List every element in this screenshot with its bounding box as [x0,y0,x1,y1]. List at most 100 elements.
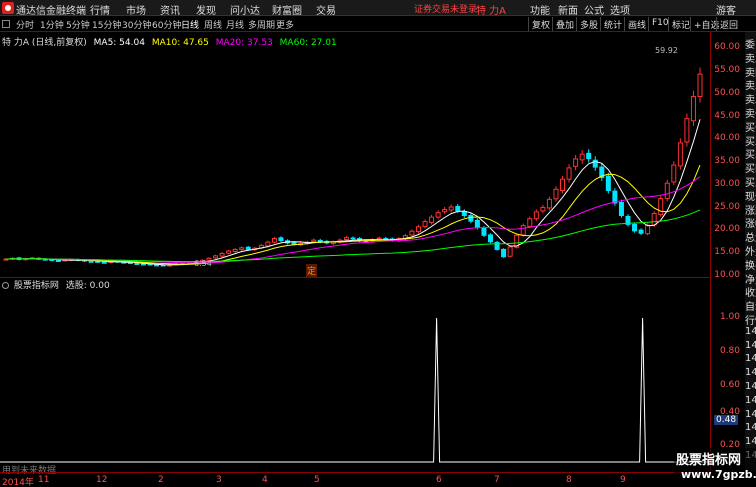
menu-item-guest[interactable]: 游客 [716,2,736,17]
candle-body[interactable] [154,264,160,267]
candle-body[interactable] [415,226,421,233]
candle-body[interactable] [632,223,638,232]
candle-body[interactable] [507,246,513,257]
candle-body[interactable] [271,238,277,243]
tab-daily[interactable]: 日线 [181,18,199,31]
tab-intraday[interactable]: 分时 [16,18,34,31]
tab-more[interactable]: 更多 [276,18,294,31]
login-warning[interactable]: 证券交易未登录 [414,2,477,15]
menu-item-formula[interactable]: 公式 [584,2,604,17]
tab-monthly[interactable]: 月线 [226,18,244,31]
candle-body[interactable] [409,230,415,236]
candle-body[interactable] [586,152,592,160]
candle-body[interactable] [664,182,670,200]
candle-body[interactable] [566,167,572,180]
candle-body[interactable] [317,239,323,243]
menu-item-function[interactable]: 功能 [530,2,550,17]
candle-body[interactable] [540,206,546,212]
menu-item-quotes[interactable]: 行情 [90,2,110,17]
candlestick-chart[interactable] [0,32,710,277]
menu-item-ask[interactable]: 问小达 [230,2,260,17]
draw-button[interactable]: 画线 [624,17,649,31]
overlay-button[interactable]: 叠加 [552,17,577,31]
tab-weekly[interactable]: 周线 [204,18,222,31]
candle-body[interactable] [658,198,664,215]
candle-body[interactable] [671,164,677,183]
candle-body[interactable] [350,237,356,240]
candle-body[interactable] [265,241,271,247]
candle-body[interactable] [140,263,146,266]
candle-body[interactable] [690,95,696,122]
tab-15min[interactable]: 15分钟 [92,18,121,31]
candle-body[interactable] [474,219,480,229]
candle-body[interactable] [645,224,651,235]
candle-body[interactable] [455,206,461,212]
candle-body[interactable] [435,212,441,218]
candle-body[interactable] [311,239,317,243]
candle-body[interactable] [245,246,251,250]
menu-item-options[interactable]: 选项 [610,2,630,17]
candle-body[interactable] [291,242,297,245]
candle-body[interactable] [697,73,703,97]
candle-body[interactable] [461,211,467,217]
candle-body[interactable] [527,218,533,227]
menu-item-new-page[interactable]: 新面 [558,2,578,17]
tab-1min[interactable]: 1分钟 [40,18,64,31]
candle-body[interactable] [501,248,507,258]
side-quote-panel[interactable]: L 8 委比卖五卖四卖三卖二卖一买一买二买三买四买五现价涨跌涨幅总量外盘换手净资… [745,32,756,472]
watermark-title: 股票指标网 [676,453,742,468]
candle-body[interactable] [651,212,657,226]
candle-body[interactable] [605,175,611,191]
candle-body[interactable] [618,201,624,217]
adjust-button[interactable]: 复权 [528,17,553,31]
tab-multi-period[interactable]: 多周期 [248,18,275,31]
candle-body[interactable] [88,260,94,263]
candle-body[interactable] [219,252,225,257]
candle-body[interactable] [553,188,559,200]
candle-body[interactable] [546,198,552,209]
candle-body[interactable] [226,250,232,254]
tab-5min[interactable]: 5分钟 [66,18,90,31]
indicator-chart[interactable] [0,290,710,472]
candle-body[interactable] [638,229,644,234]
candle-body[interactable] [213,255,219,259]
candle-body[interactable] [442,208,448,213]
candle-body[interactable] [376,237,382,240]
candle-body[interactable] [684,118,690,143]
indicator-icon[interactable] [2,282,9,289]
menu-item-wealth[interactable]: 财富圈 [272,2,302,17]
candle-body[interactable] [343,237,349,240]
candle-body[interactable] [239,247,245,250]
side-panel-item: 买三 [745,150,756,162]
candle-body[interactable] [573,158,579,167]
menu-item-discover[interactable]: 发现 [196,2,216,17]
stats-button[interactable]: 统计 [600,17,625,31]
candle-body[interactable] [677,142,683,167]
menu-bar: 通达信金融终端 行情 市场 资讯 发现 问小达 财富圈 交易 证券交易未登录 特… [0,0,756,17]
fixed-marker[interactable]: 定 [306,264,318,277]
candle-body[interactable] [232,248,238,253]
candle-body[interactable] [448,206,454,211]
candle-body[interactable] [278,237,284,242]
multi-stock-button[interactable]: 多股 [576,17,601,31]
menu-item-market[interactable]: 市场 [126,2,146,17]
candle-body[interactable] [55,259,61,262]
candle-body[interactable] [487,234,493,243]
candle-body[interactable] [520,225,526,236]
candle-body[interactable] [533,211,539,220]
candle-body[interactable] [481,227,487,236]
candle-body[interactable] [429,216,435,223]
candle-body[interactable] [468,215,474,222]
menu-item-news[interactable]: 资讯 [160,2,180,17]
candle-body[interactable] [560,178,566,192]
candle-body[interactable] [101,261,107,264]
candle-body[interactable] [422,221,428,227]
tab-30min[interactable]: 30分钟 [122,18,151,31]
candle-body[interactable] [579,153,585,161]
tab-60min[interactable]: 60分钟 [152,18,181,31]
checkbox-icon[interactable] [2,20,10,28]
price-axis: 60.00 55.00 50.00 45.00 40.00 35.00 30.0… [710,32,744,472]
back-button[interactable]: 返回 [716,17,741,31]
menu-item-trade[interactable]: 交易 [316,2,336,17]
candle-body[interactable] [134,262,140,265]
